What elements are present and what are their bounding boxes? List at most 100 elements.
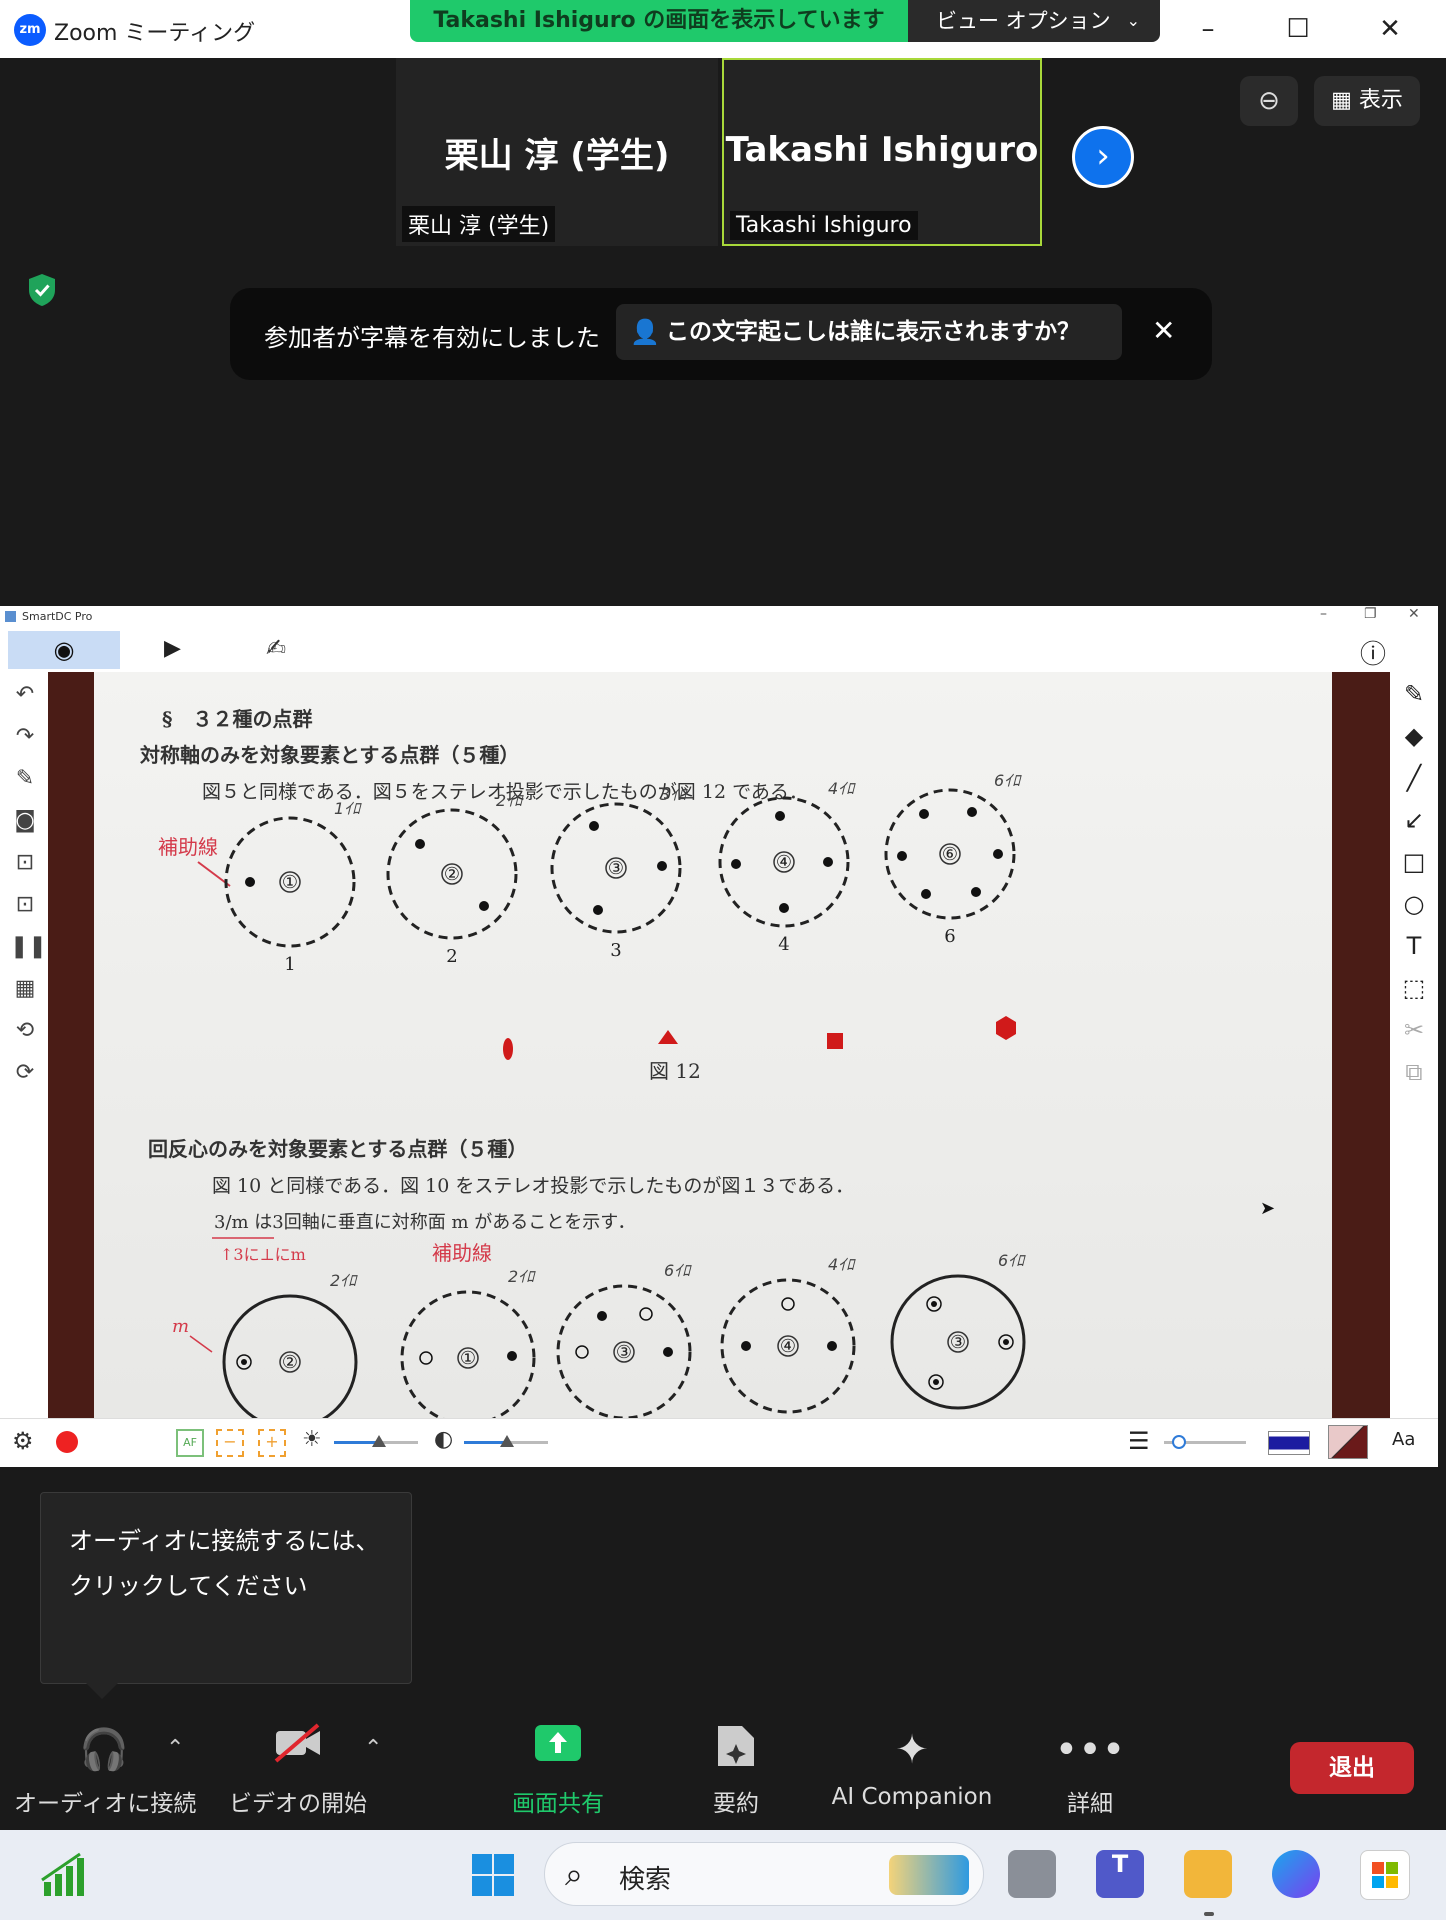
share-screen-button[interactable]: 画面共有 bbox=[488, 1722, 628, 1818]
teams-icon[interactable]: T bbox=[1096, 1850, 1144, 1898]
settings-gear-icon[interactable]: ⚙ bbox=[12, 1427, 34, 1455]
arrow-icon[interactable]: ↙ bbox=[1398, 804, 1430, 836]
rectangle-icon[interactable]: □ bbox=[1398, 846, 1430, 878]
copilot-icon[interactable] bbox=[1272, 1850, 1320, 1898]
contrast-icon: ◐ bbox=[434, 1427, 454, 1452]
line-width-icon[interactable]: ☰ bbox=[1128, 1427, 1150, 1455]
projection-circle: ④ 4ｲﾛ bbox=[720, 1255, 856, 1414]
lock-icon[interactable]: ⊖ bbox=[1240, 76, 1298, 126]
search-icon: ⌕ bbox=[565, 1855, 583, 1893]
redo-icon[interactable]: ↷ bbox=[10, 722, 40, 752]
participant-name: Takashi Ishiguro bbox=[725, 130, 1039, 170]
smartdc-restore-button[interactable]: ❐ bbox=[1364, 606, 1377, 622]
contrast-slider[interactable] bbox=[464, 1435, 548, 1447]
font-button[interactable]: Aa bbox=[1392, 1429, 1415, 1450]
zoom-out-icon[interactable]: − bbox=[216, 1429, 244, 1457]
fold-note: 6ｲﾛ bbox=[998, 1251, 1026, 1270]
view-options-button[interactable]: ビュー オプション ⌄ bbox=[908, 0, 1160, 42]
eye-icon[interactable]: ◉ bbox=[8, 631, 120, 669]
text-icon[interactable]: T bbox=[1398, 930, 1430, 962]
pen-color-swatch[interactable] bbox=[1268, 1431, 1310, 1455]
share-screen-label: 画面共有 bbox=[512, 1791, 604, 1817]
projection-circle: ③ 6ｲﾛ bbox=[556, 1261, 692, 1418]
line-icon[interactable]: ╱ bbox=[1398, 762, 1430, 794]
participant-label: Takashi Ishiguro bbox=[730, 211, 918, 240]
cut-icon[interactable]: ✂ bbox=[1398, 1014, 1430, 1046]
ellipse-icon[interactable]: ○ bbox=[1398, 888, 1430, 920]
task-view-icon[interactable] bbox=[1008, 1850, 1056, 1898]
join-audio-label: オーディオに接続 bbox=[14, 1791, 197, 1817]
app-icon bbox=[5, 611, 16, 622]
participant-name: 栗山 淳 (学生) bbox=[444, 136, 670, 176]
image-import-icon[interactable]: ⊡ bbox=[10, 848, 40, 878]
next-participants-button[interactable]: › bbox=[1072, 126, 1134, 188]
microsoft-store-icon[interactable] bbox=[1360, 1850, 1410, 1900]
pole-dot bbox=[597, 1311, 607, 1321]
line-width-slider[interactable] bbox=[1164, 1435, 1246, 1449]
eraser-icon[interactable]: ◆ bbox=[1398, 720, 1430, 752]
close-icon[interactable]: ✕ bbox=[1152, 314, 1175, 347]
participant-tile[interactable]: 栗山 淳 (学生) 栗山 淳 (学生) bbox=[396, 58, 718, 246]
pole-dot bbox=[415, 839, 425, 849]
fill-color-swatch[interactable] bbox=[1328, 1425, 1368, 1459]
edit-icon[interactable]: ✎ bbox=[10, 764, 40, 794]
audio-options-caret-icon[interactable]: ⌃ bbox=[166, 1736, 184, 1761]
fold-note: 2ｲﾛ bbox=[330, 1271, 358, 1290]
smartdc-minimize-button[interactable]: – bbox=[1320, 606, 1327, 622]
copy-icon[interactable]: ⧉ bbox=[1398, 1056, 1430, 1088]
grid-view-icon[interactable]: ▦ bbox=[10, 974, 40, 1004]
participant-tile-active[interactable]: Takashi Ishiguro Takashi Ishiguro bbox=[722, 58, 1042, 246]
transcript-visibility-button[interactable]: 👤 この文字起こしは誰に表示されますか？ bbox=[616, 304, 1122, 360]
play-icon[interactable]: ▶ bbox=[164, 636, 181, 661]
close-button[interactable]: ✕ bbox=[1362, 10, 1418, 48]
camera-icon[interactable]: ◙ bbox=[10, 806, 40, 836]
rotate-left-icon[interactable]: ⟲ bbox=[10, 1016, 40, 1046]
taskbar-search-box[interactable]: ⌕ 検索 bbox=[544, 1842, 984, 1906]
smartdc-close-button[interactable]: ✕ bbox=[1408, 606, 1420, 622]
leave-button[interactable]: 退出 bbox=[1290, 1742, 1414, 1794]
transcript-visibility-label: この文字起こしは誰に表示されますか？ bbox=[666, 319, 1080, 345]
pole-dot bbox=[731, 859, 741, 869]
start-video-button[interactable]: ビデオの開始 bbox=[216, 1722, 380, 1818]
summary-icon bbox=[676, 1722, 796, 1778]
pen-icon[interactable]: ✎ bbox=[1398, 678, 1430, 710]
more-button[interactable]: ••• 詳細 bbox=[1030, 1722, 1150, 1818]
section1-subheading: 対称軸のみを対象要素とする点群（５種） bbox=[139, 743, 519, 767]
security-shield-icon[interactable] bbox=[26, 272, 58, 308]
fold-note: 2ｲﾛ bbox=[496, 791, 524, 810]
pole-dot bbox=[245, 877, 255, 887]
brightness-slider[interactable] bbox=[334, 1435, 418, 1447]
brightness-icon: ☀ bbox=[302, 1427, 322, 1452]
view-options-label: ビュー オプション bbox=[936, 9, 1111, 33]
signature-icon[interactable]: ✍ bbox=[266, 634, 286, 662]
fold-note: 2ｲﾛ bbox=[508, 1267, 536, 1286]
maximize-button[interactable]: ☐ bbox=[1270, 10, 1326, 48]
record-icon[interactable] bbox=[56, 1431, 78, 1453]
pole-dot bbox=[1003, 1339, 1009, 1345]
pole-dot bbox=[827, 1341, 837, 1351]
undo-icon[interactable]: ↶ bbox=[10, 680, 40, 710]
pole-dot bbox=[589, 821, 599, 831]
select-icon[interactable]: ⬚ bbox=[1398, 972, 1430, 1004]
stock-chart-icon[interactable] bbox=[40, 1850, 90, 1898]
image-export-icon[interactable]: ⊡ bbox=[10, 890, 40, 920]
minimize-button[interactable]: – bbox=[1180, 10, 1236, 48]
start-video-label: ビデオの開始 bbox=[229, 1791, 367, 1817]
chevron-down-icon: ⌄ bbox=[1126, 11, 1140, 30]
ai-companion-button[interactable]: ✦ AI Companion bbox=[822, 1722, 1002, 1818]
windows-start-icon[interactable] bbox=[470, 1852, 516, 1898]
zoom-in-icon[interactable]: + bbox=[258, 1429, 286, 1457]
summary-button[interactable]: 要約 bbox=[676, 1722, 796, 1818]
caption-notice-text: 参加者が字幕を有効にしました bbox=[264, 324, 600, 352]
fold-note: 6ｲﾛ bbox=[664, 1261, 692, 1280]
pause-icon[interactable]: ❚❚ bbox=[10, 932, 47, 962]
rotate-right-icon[interactable]: ⟳ bbox=[10, 1058, 40, 1088]
ai-companion-label: AI Companion bbox=[831, 1784, 993, 1810]
aux-line-annotation: 補助線 bbox=[158, 835, 218, 859]
info-icon[interactable]: ⓘ bbox=[1360, 634, 1386, 671]
file-explorer-icon[interactable] bbox=[1184, 1850, 1232, 1898]
autofocus-icon[interactable]: AF bbox=[176, 1429, 204, 1457]
video-options-caret-icon[interactable]: ⌃ bbox=[364, 1736, 382, 1761]
view-button[interactable]: ▦ 表示 bbox=[1314, 76, 1420, 126]
window-title: Zoom ミーティング bbox=[54, 21, 256, 46]
